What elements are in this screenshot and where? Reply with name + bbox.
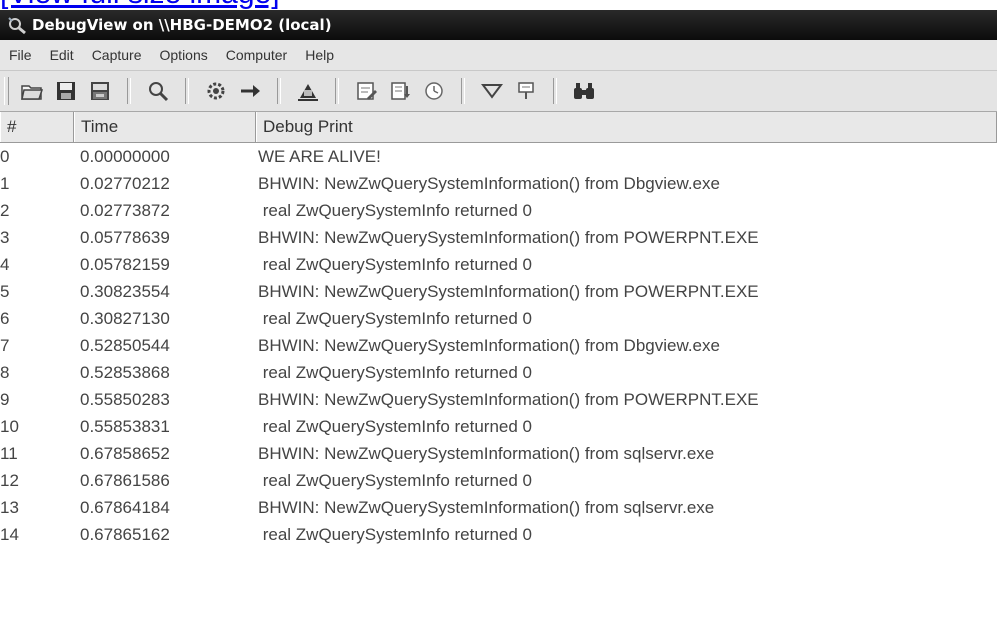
row-time: 0.52853868: [80, 363, 170, 382]
row-number: 0: [0, 147, 10, 166]
row-time: 0.02770212: [80, 174, 170, 193]
append-log-icon[interactable]: [385, 76, 415, 106]
row-debug-print: real ZwQuerySystemInfo returned 0: [258, 525, 533, 544]
row-debug-print: real ZwQuerySystemInfo returned 0: [258, 363, 533, 382]
highlight-icon[interactable]: [511, 76, 541, 106]
list-item[interactable]: 7 0.52850544 BHWIN: NewZwQuerySystemInform…: [0, 332, 997, 359]
toolbar-separator: [185, 78, 189, 104]
toolbar-grip[interactable]: [4, 77, 9, 105]
clear-display-icon[interactable]: [293, 76, 323, 106]
column-header-time[interactable]: Time: [74, 112, 256, 142]
row-number: 14: [0, 525, 19, 544]
row-time: 0.67858652: [80, 444, 170, 463]
row-number: 12: [0, 471, 19, 490]
row-number: 7: [0, 336, 10, 355]
title-bar: DebugView on \\HBG-DEMO2 (local): [0, 10, 997, 40]
menu-capture[interactable]: Capture: [83, 40, 151, 70]
row-time: 0.05782159: [80, 255, 170, 274]
list-item[interactable]: 12 0.67861586 real ZwQuerySystemInfo retu…: [0, 467, 997, 494]
row-time: 0.67864184: [80, 498, 170, 517]
row-debug-print: real ZwQuerySystemInfo returned 0: [258, 201, 533, 220]
row-debug-print: WE ARE ALIVE!: [258, 147, 381, 166]
row-time: 0.05778639: [80, 228, 170, 247]
row-number: 6: [0, 309, 10, 328]
row-time: 0.52850544: [80, 336, 170, 355]
list-item[interactable]: 5 0.30823554 BHWIN: NewZwQuerySystemInform…: [0, 278, 997, 305]
save-as-icon[interactable]: [85, 76, 115, 106]
row-number: 10: [0, 417, 19, 436]
toolbar-separator: [127, 78, 131, 104]
toolbar-separator: [277, 78, 281, 104]
row-debug-print: BHWIN: NewZwQuerySystemInformation() fro…: [258, 390, 759, 409]
open-folder-icon[interactable]: [17, 76, 47, 106]
list-item[interactable]: 10 0.55853831 real ZwQuerySystemInfo retu…: [0, 413, 997, 440]
column-header-number[interactable]: #: [0, 112, 74, 142]
list-item[interactable]: 9 0.55850283 BHWIN: NewZwQuerySystemInform…: [0, 386, 997, 413]
row-debug-print: real ZwQuerySystemInfo returned 0: [258, 255, 533, 274]
row-number: 2: [0, 201, 10, 220]
row-time: 0.02773872: [80, 201, 170, 220]
save-icon[interactable]: [51, 76, 81, 106]
menu-computer[interactable]: Computer: [217, 40, 296, 70]
menu-help[interactable]: Help: [296, 40, 343, 70]
row-time: 0.30827130: [80, 309, 170, 328]
list-body: 0 0.00000000 WE ARE ALIVE! 1 0.02770212 BHWIN…: [0, 143, 997, 548]
list-item[interactable]: 2 0.02773872 real ZwQuerySystemInfo retur…: [0, 197, 997, 224]
row-time: 0.67865162: [80, 525, 170, 544]
row-time: 0.67861586: [80, 471, 170, 490]
find-icon[interactable]: [143, 76, 173, 106]
filter-icon[interactable]: [477, 76, 507, 106]
edit-filter-icon[interactable]: [351, 76, 381, 106]
clock-icon[interactable]: [419, 76, 449, 106]
row-debug-print: BHWIN: NewZwQuerySystemInformation() fro…: [258, 228, 759, 247]
row-debug-print: real ZwQuerySystemInfo returned 0: [258, 471, 533, 490]
list-item[interactable]: 8 0.52853868 real ZwQuerySystemInfo retur…: [0, 359, 997, 386]
row-time: 0.55853831: [80, 417, 170, 436]
toolbar: [0, 71, 997, 112]
row-number: 11: [0, 444, 18, 463]
menu-bar: File Edit Capture Options Computer Help: [0, 40, 997, 71]
list-item[interactable]: 13 0.67864184 BHWIN: NewZwQuerySystemInfor…: [0, 494, 997, 521]
row-time: 0.30823554: [80, 282, 170, 301]
row-debug-print: BHWIN: NewZwQuerySystemInformation() fro…: [258, 336, 720, 355]
toolbar-separator: [335, 78, 339, 104]
row-number: 5: [0, 282, 10, 301]
list-item[interactable]: 0 0.00000000 WE ARE ALIVE!: [0, 143, 997, 170]
capture-gear-icon[interactable]: [201, 76, 231, 106]
debug-output-list[interactable]: # Time Debug Print 0 0.00000000 WE ARE ALI…: [0, 112, 997, 636]
row-number: 9: [0, 390, 10, 409]
column-header-debug-print[interactable]: Debug Print: [256, 112, 997, 142]
row-debug-print: BHWIN: NewZwQuerySystemInformation() fro…: [258, 282, 759, 301]
menu-edit[interactable]: Edit: [41, 40, 83, 70]
list-item[interactable]: 11 0.67858652 BHWIN: NewZwQuerySystemInfor…: [0, 440, 997, 467]
row-number: 8: [0, 363, 10, 382]
row-time: 0.55850283: [80, 390, 170, 409]
binoculars-icon[interactable]: [569, 76, 599, 106]
forward-arrow-icon[interactable]: [235, 76, 265, 106]
list-item[interactable]: 1 0.02770212 BHWIN: NewZwQuerySystemInform…: [0, 170, 997, 197]
window-title: DebugView on \\HBG-DEMO2 (local): [32, 16, 332, 34]
row-time: 0.00000000: [80, 147, 170, 166]
view-full-size-link[interactable]: [View full size image]: [0, 0, 520, 10]
toolbar-separator: [461, 78, 465, 104]
row-number: 1: [0, 174, 10, 193]
row-number: 13: [0, 498, 19, 517]
row-debug-print: BHWIN: NewZwQuerySystemInformation() fro…: [258, 174, 720, 193]
list-item[interactable]: 3 0.05778639 BHWIN: NewZwQuerySystemInform…: [0, 224, 997, 251]
menu-options[interactable]: Options: [151, 40, 217, 70]
row-number: 3: [0, 228, 10, 247]
row-debug-print: real ZwQuerySystemInfo returned 0: [258, 417, 533, 436]
menu-file[interactable]: File: [0, 40, 41, 70]
row-debug-print: BHWIN: NewZwQuerySystemInformation() fro…: [258, 498, 715, 517]
row-number: 4: [0, 255, 10, 274]
list-item[interactable]: 4 0.05782159 real ZwQuerySystemInfo retur…: [0, 251, 997, 278]
list-item[interactable]: 6 0.30827130 real ZwQuerySystemInfo retur…: [0, 305, 997, 332]
toolbar-separator: [553, 78, 557, 104]
list-item[interactable]: 14 0.67865162 real ZwQuerySystemInfo retu…: [0, 521, 997, 548]
row-debug-print: real ZwQuerySystemInfo returned 0: [258, 309, 533, 328]
app-icon: [6, 15, 28, 35]
row-debug-print: BHWIN: NewZwQuerySystemInformation() fro…: [258, 444, 715, 463]
list-header: # Time Debug Print: [0, 112, 997, 143]
